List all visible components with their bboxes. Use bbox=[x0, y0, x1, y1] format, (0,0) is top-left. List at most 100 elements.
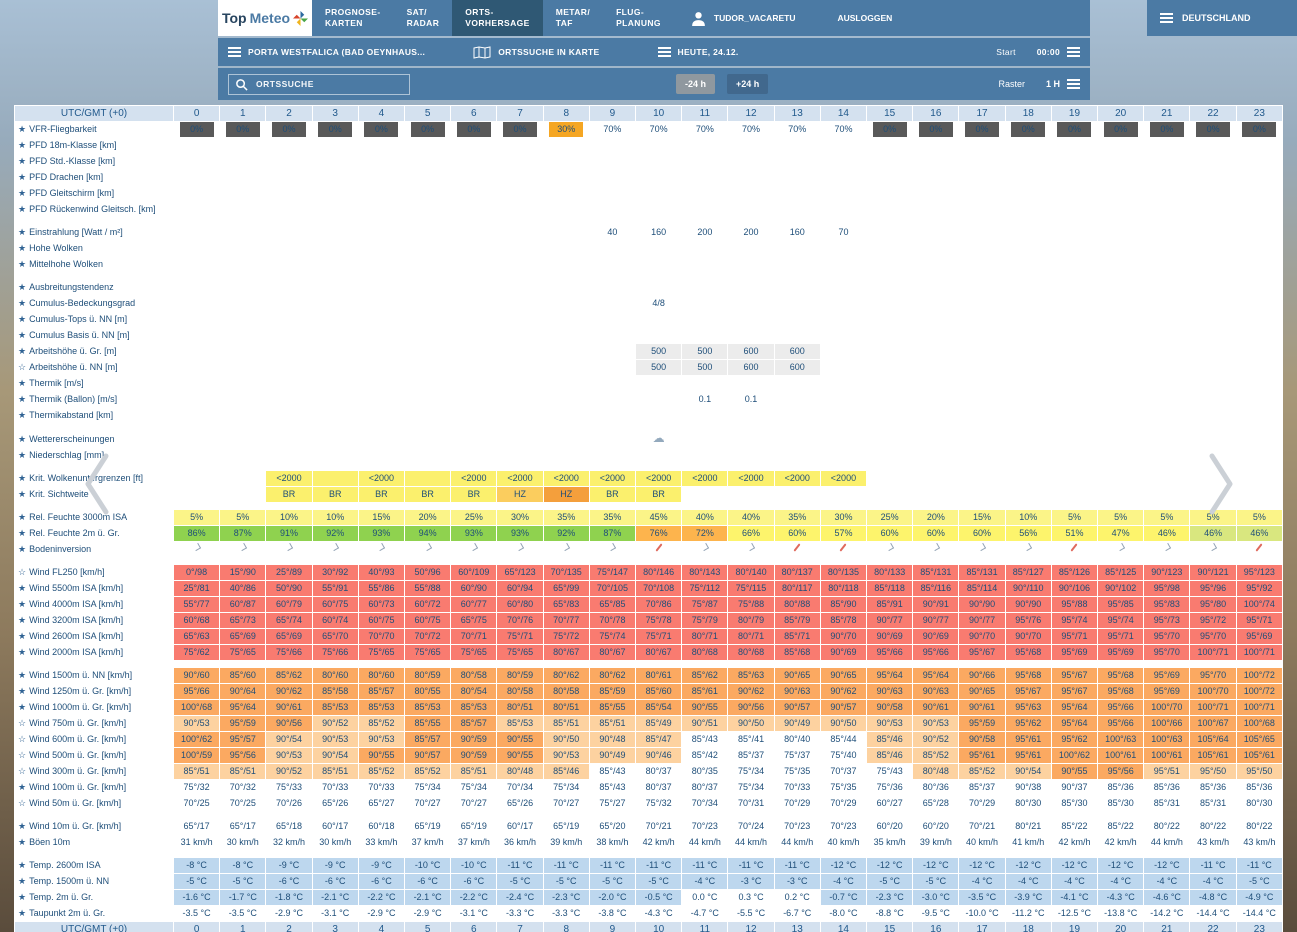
favorite-star-icon[interactable]: ★ bbox=[18, 821, 26, 831]
row-label[interactable]: ★Wind 5500m ISA [km/h] bbox=[15, 581, 174, 597]
row-label[interactable]: ★Einstrahlung [Watt / m²] bbox=[15, 225, 174, 241]
country-selector[interactable]: DEUTSCHLAND bbox=[1147, 0, 1297, 36]
tab-metar-taf[interactable]: METAR/ TAF bbox=[543, 0, 603, 36]
favorite-star-icon[interactable]: ☆ bbox=[18, 750, 26, 760]
row-label[interactable]: ★PFD 18m-Klasse [km] bbox=[15, 138, 174, 154]
favorite-star-icon[interactable]: ★ bbox=[18, 489, 26, 499]
favorite-star-icon[interactable]: ★ bbox=[18, 782, 26, 792]
row-label[interactable]: ★Bodeninversion bbox=[15, 542, 174, 558]
favorite-star-icon[interactable]: ★ bbox=[18, 394, 26, 404]
favorite-star-icon[interactable]: ★ bbox=[18, 298, 26, 308]
row-label[interactable]: ☆Wind 500m ü. Gr. [km/h] bbox=[15, 748, 174, 764]
row-label[interactable]: ★Thermikabstand [km] bbox=[15, 408, 174, 424]
favorite-star-icon[interactable]: ☆ bbox=[18, 362, 26, 372]
favorite-star-icon[interactable]: ☆ bbox=[18, 567, 26, 577]
row-label[interactable]: ★Wettererscheinungen bbox=[15, 431, 174, 448]
favorite-star-icon[interactable]: ★ bbox=[18, 124, 26, 134]
back-24h-button[interactable]: -24 h bbox=[676, 74, 715, 94]
favorite-star-icon[interactable]: ★ bbox=[18, 837, 26, 847]
row-label[interactable]: ★Rel. Feuchte 2m ü. Gr. bbox=[15, 526, 174, 542]
favorite-star-icon[interactable]: ★ bbox=[18, 686, 26, 696]
row-label[interactable]: ☆Wind FL250 [km/h] bbox=[15, 565, 174, 581]
tab-orts-vorhersage[interactable]: ORTS- VORHERSAGE bbox=[452, 0, 542, 36]
tab-flug-planung[interactable]: FLUG- PLANUNG bbox=[603, 0, 674, 36]
row-label[interactable]: ★Wind 1000m ü. Gr. [km/h] bbox=[15, 700, 174, 716]
favorite-star-icon[interactable]: ★ bbox=[18, 378, 26, 388]
row-label[interactable]: ★Thermik [m/s] bbox=[15, 376, 174, 392]
forward-24h-button[interactable]: +24 h bbox=[727, 74, 768, 94]
user-menu[interactable]: TUDOR_VACARETU bbox=[674, 0, 812, 36]
favorite-star-icon[interactable]: ★ bbox=[18, 156, 26, 166]
row-label[interactable]: ★Cumulus-Tops ü. NN [m] bbox=[15, 312, 174, 328]
row-label[interactable]: ★Thermik (Ballon) [m/s] bbox=[15, 392, 174, 408]
tab-sat-radar[interactable]: SAT/ RADAR bbox=[394, 0, 453, 36]
favorite-star-icon[interactable]: ★ bbox=[18, 528, 26, 538]
row-label[interactable]: ☆Wind 600m ü. Gr. [km/h] bbox=[15, 732, 174, 748]
favorite-star-icon[interactable]: ★ bbox=[18, 450, 26, 460]
row-label[interactable]: ★PFD Rückenwind Gleitsch. [km] bbox=[15, 202, 174, 218]
row-label[interactable]: ★Ausbreitungstendenz bbox=[15, 280, 174, 296]
favorite-star-icon[interactable]: ★ bbox=[18, 615, 26, 625]
row-label[interactable]: ★PFD Std.-Klasse [km] bbox=[15, 154, 174, 170]
favorite-star-icon[interactable]: ★ bbox=[18, 188, 26, 198]
row-label[interactable]: ★VFR-Fliegbarkeit bbox=[15, 122, 174, 138]
row-label[interactable]: ★Wind 2600m ISA [km/h] bbox=[15, 629, 174, 645]
row-label[interactable]: ★Wind 1500m ü. NN [km/h] bbox=[15, 668, 174, 684]
favorite-star-icon[interactable]: ★ bbox=[18, 892, 26, 902]
favorite-star-icon[interactable]: ★ bbox=[18, 512, 26, 522]
favorite-star-icon[interactable]: ★ bbox=[18, 702, 26, 712]
favorite-star-icon[interactable]: ★ bbox=[18, 434, 26, 444]
favorite-star-icon[interactable]: ★ bbox=[18, 876, 26, 886]
favorite-star-icon[interactable]: ☆ bbox=[18, 734, 26, 744]
favorite-star-icon[interactable]: ★ bbox=[18, 908, 26, 918]
favorite-star-icon[interactable]: ★ bbox=[18, 599, 26, 609]
favorite-star-icon[interactable]: ★ bbox=[18, 544, 26, 554]
row-label[interactable]: ★Böen 10m bbox=[15, 835, 174, 851]
row-label[interactable]: ★Arbeitshöhe ü. Gr. [m] bbox=[15, 344, 174, 360]
favorite-star-icon[interactable]: ★ bbox=[18, 860, 26, 870]
favorite-star-icon[interactable]: ★ bbox=[18, 204, 26, 214]
start-time-selector[interactable]: Start 00:00 bbox=[996, 47, 1080, 57]
favorite-star-icon[interactable]: ★ bbox=[18, 346, 26, 356]
location-selector[interactable]: PORTA WESTFALICA (BAD OEYNHAUS... bbox=[228, 47, 425, 57]
row-label[interactable]: ★Temp. 2600m ISA bbox=[15, 858, 174, 874]
row-label[interactable]: ☆Wind 300m ü. Gr. [km/h] bbox=[15, 764, 174, 780]
favorite-star-icon[interactable]: ★ bbox=[18, 647, 26, 657]
row-label[interactable]: ★Wind 4000m ISA [km/h] bbox=[15, 597, 174, 613]
row-label[interactable]: ★Taupunkt 2m ü. Gr. bbox=[15, 906, 174, 922]
favorite-star-icon[interactable]: ★ bbox=[18, 583, 26, 593]
search-input[interactable] bbox=[254, 78, 403, 90]
tab-prognose-karten[interactable]: PROGNOSE- KARTEN bbox=[312, 0, 394, 36]
logout-button[interactable]: AUSLOGGEN bbox=[811, 0, 918, 36]
row-label[interactable]: ★Cumulus Basis ü. NN [m] bbox=[15, 328, 174, 344]
favorite-star-icon[interactable]: ★ bbox=[18, 227, 26, 237]
row-label[interactable]: ★Wind 1250m ü. Gr. [km/h] bbox=[15, 684, 174, 700]
row-label[interactable]: ★Mittelhohe Wolken bbox=[15, 257, 174, 273]
prev-hours-chevron[interactable] bbox=[82, 452, 112, 521]
next-hours-chevron[interactable] bbox=[1206, 452, 1236, 521]
row-label[interactable]: ☆Wind 750m ü. Gr. [km/h] bbox=[15, 716, 174, 732]
row-label[interactable]: ★Wind 2000m ISA [km/h] bbox=[15, 645, 174, 661]
row-label[interactable]: ☆Arbeitshöhe ü. NN [m] bbox=[15, 360, 174, 376]
row-label[interactable]: ★Cumulus-Bedeckungsgrad bbox=[15, 296, 174, 312]
row-label[interactable]: ☆Wind 50m ü. Gr. [km/h] bbox=[15, 796, 174, 812]
row-label[interactable]: ★Temp. 1500m ü. NN bbox=[15, 874, 174, 890]
favorite-star-icon[interactable]: ★ bbox=[18, 670, 26, 680]
row-label[interactable]: ★Hohe Wolken bbox=[15, 241, 174, 257]
favorite-star-icon[interactable]: ★ bbox=[18, 172, 26, 182]
favorite-star-icon[interactable]: ★ bbox=[18, 631, 26, 641]
favorite-star-icon[interactable]: ☆ bbox=[18, 718, 26, 728]
favorite-star-icon[interactable]: ☆ bbox=[18, 798, 26, 808]
date-selector[interactable]: HEUTE, 24.12. bbox=[658, 47, 739, 57]
row-label[interactable]: ★Wind 10m ü. Gr. [km/h] bbox=[15, 819, 174, 835]
favorite-star-icon[interactable]: ★ bbox=[18, 243, 26, 253]
favorite-star-icon[interactable]: ★ bbox=[18, 410, 26, 420]
favorite-star-icon[interactable]: ★ bbox=[18, 473, 26, 483]
raster-selector[interactable]: Raster 1 H bbox=[998, 79, 1080, 89]
row-label[interactable]: ★Temp. 2m ü. Gr. bbox=[15, 890, 174, 906]
topmeteo-logo[interactable]: TopMeteo bbox=[218, 0, 312, 36]
favorite-star-icon[interactable]: ★ bbox=[18, 314, 26, 324]
favorite-star-icon[interactable]: ★ bbox=[18, 330, 26, 340]
location-search-box[interactable] bbox=[228, 74, 410, 95]
row-label[interactable]: ★Wind 3200m ISA [km/h] bbox=[15, 613, 174, 629]
